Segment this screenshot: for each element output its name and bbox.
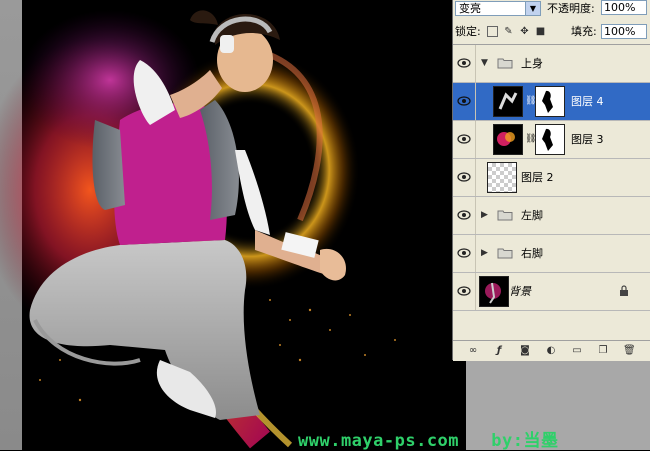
- fill-label: 填充:: [571, 25, 597, 38]
- layer-name: 左脚: [521, 209, 543, 222]
- layers-panel: 变亮 ▼ 不透明度: 100% 锁定: ✎ ✥ ■ 填充: 100% ▼ 上身 …: [452, 0, 650, 361]
- blend-mode-select[interactable]: 变亮 ▼: [455, 1, 541, 16]
- layer-mask-thumbnail[interactable]: [535, 124, 565, 155]
- folder-icon: [497, 58, 513, 69]
- eye-icon[interactable]: [457, 57, 471, 69]
- layer-thumbnail: [479, 276, 509, 307]
- layer-row-background[interactable]: 背景: [453, 273, 650, 311]
- eye-icon[interactable]: [457, 285, 471, 297]
- eye-icon[interactable]: [457, 133, 471, 145]
- layer-name: 上身: [521, 57, 543, 70]
- lock-fill-row: 锁定: ✎ ✥ ■ 填充: 100%: [453, 20, 650, 45]
- add-mask-icon[interactable]: ◙: [519, 345, 531, 357]
- new-group-icon[interactable]: ▭: [571, 345, 583, 357]
- document-canvas[interactable]: [0, 0, 466, 450]
- new-layer-icon[interactable]: ❐: [597, 345, 609, 357]
- blend-mode-value: 变亮: [459, 2, 481, 15]
- delete-layer-icon[interactable]: 🗑: [623, 345, 636, 357]
- blend-opacity-row: 变亮 ▼ 不透明度: 100%: [453, 0, 650, 20]
- eye-icon[interactable]: [457, 209, 471, 221]
- chevron-down-icon[interactable]: ▼: [525, 2, 540, 15]
- eye-icon[interactable]: [457, 95, 471, 107]
- eye-icon[interactable]: [457, 247, 471, 259]
- layer-row-layer-2[interactable]: 图层 2: [453, 159, 650, 197]
- folder-icon: [497, 210, 513, 221]
- eye-icon[interactable]: [457, 171, 471, 183]
- link-icon[interactable]: ∞: [467, 345, 479, 357]
- lock-image-icon[interactable]: ✎: [503, 26, 514, 37]
- dancer-artwork: [0, 10, 396, 449]
- lock-all-icon[interactable]: ■: [535, 26, 546, 37]
- watermark: www.maya-ps.com by:当墨: [298, 426, 558, 451]
- layer-row-upper-body-group[interactable]: ▼ 上身: [453, 45, 650, 83]
- layer-name: 图层 4: [571, 95, 604, 108]
- watermark-author: by:当墨: [491, 431, 559, 451]
- layer-name: 图层 2: [521, 171, 554, 184]
- adjustment-layer-icon[interactable]: ◐: [545, 345, 557, 357]
- layer-style-icon[interactable]: ƒ: [493, 345, 505, 357]
- fill-field[interactable]: 100%: [601, 24, 647, 39]
- layer-name: 右脚: [521, 247, 543, 260]
- layers-panel-toolbar: ∞ ƒ ◙ ◐ ▭ ❐ 🗑: [453, 340, 650, 361]
- watermark-site: www.maya-ps.com: [298, 431, 460, 451]
- lock-transparency-icon[interactable]: [487, 26, 498, 37]
- layer-thumbnail: [487, 162, 517, 193]
- lock-icon: [620, 285, 628, 296]
- lock-label: 锁定:: [455, 25, 481, 38]
- layer-row-layer-3[interactable]: ⛓ 图层 3: [453, 121, 650, 159]
- opacity-label: 不透明度:: [547, 2, 595, 15]
- folder-icon: [497, 248, 513, 259]
- layer-thumbnail: [493, 124, 523, 155]
- layer-name: 图层 3: [571, 133, 604, 146]
- expand-triangle-icon[interactable]: ▶: [481, 248, 488, 258]
- layer-thumbnail: [493, 86, 523, 117]
- layer-row-left-foot-group[interactable]: ▶ 左脚: [453, 197, 650, 235]
- layer-row-right-foot-group[interactable]: ▶ 右脚: [453, 235, 650, 273]
- layer-mask-thumbnail[interactable]: [535, 86, 565, 117]
- layer-name: 背景: [509, 285, 531, 298]
- expand-triangle-icon[interactable]: ▼: [481, 58, 488, 68]
- opacity-field[interactable]: 100%: [601, 0, 647, 15]
- lock-position-icon[interactable]: ✥: [519, 26, 530, 37]
- layer-row-layer-4[interactable]: ⛓ 图层 4: [453, 83, 650, 121]
- expand-triangle-icon[interactable]: ▶: [481, 210, 488, 220]
